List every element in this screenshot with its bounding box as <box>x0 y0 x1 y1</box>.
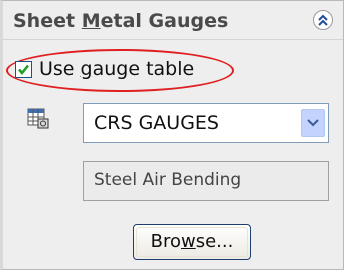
browse-button[interactable]: Browse... <box>133 224 251 260</box>
gauge-table-icon <box>27 107 49 133</box>
browse-button-label: Browse... <box>150 231 234 252</box>
use-gauge-table-checkbox[interactable] <box>15 61 32 78</box>
panel-header[interactable]: Sheet Metal Gauges <box>3 1 343 40</box>
sheet-metal-gauges-panel: Sheet Metal Gauges Use gauge table CRS G… <box>0 0 344 270</box>
bend-type-field: Steel Air Bending <box>83 161 329 201</box>
collapse-button[interactable] <box>313 10 333 30</box>
panel-title: Sheet Metal Gauges <box>13 10 229 32</box>
gauge-table-selected-value: CRS GAUGES <box>94 112 219 134</box>
bend-type-value: Steel Air Bending <box>94 170 242 190</box>
dropdown-button[interactable] <box>301 109 325 137</box>
gauge-table-select[interactable]: CRS GAUGES <box>83 103 329 143</box>
use-gauge-table-label[interactable]: Use gauge table <box>39 58 194 80</box>
